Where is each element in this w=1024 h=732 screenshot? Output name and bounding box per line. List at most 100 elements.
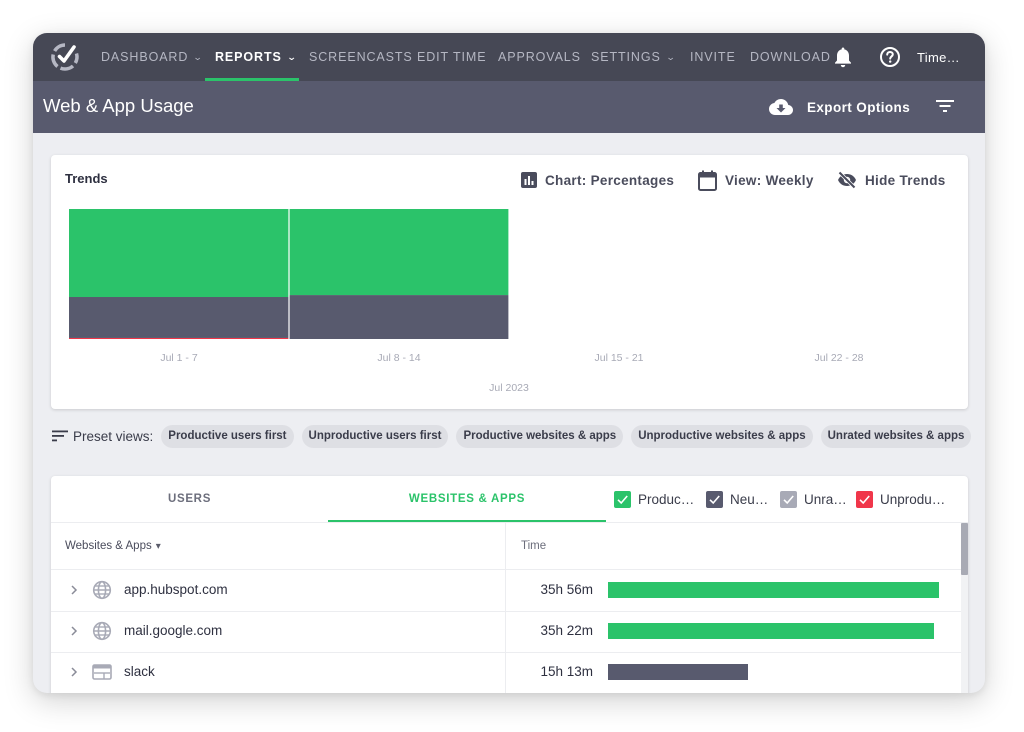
globe-icon xyxy=(92,621,112,641)
row-time: 35h 22m xyxy=(540,623,593,638)
column-header-time: Time xyxy=(521,540,547,552)
nav-screencasts-label: SCREENCASTS xyxy=(309,50,413,64)
nav-edit-time[interactable]: EDIT TIME xyxy=(417,33,486,81)
checkbox-checked-icon xyxy=(614,490,631,508)
trends-card: Jul 1 - 7 Jul 8 - 14 Jul 15 - 21 Jul 22 - 2… xyxy=(51,155,968,409)
notifications-button[interactable] xyxy=(831,45,855,69)
calendar-icon xyxy=(698,170,717,191)
scrollbar-thumb[interactable] xyxy=(961,523,968,575)
preset-chip-productive-websites[interactable]: Productive websites & apps xyxy=(456,424,624,448)
row-name: slack xyxy=(124,664,155,679)
filter-neutral-checkbox[interactable]: Neu… xyxy=(706,490,768,508)
trends-chart: Jul 1 - 7 Jul 8 - 14 Jul 15 - 21 Jul 22 - 2… xyxy=(69,209,864,394)
row-time: 35h 56m xyxy=(540,582,593,597)
chart-type-label: Chart: Percentages xyxy=(545,172,675,188)
preset-chip-unrated-websites[interactable]: Unrated websites & apps xyxy=(820,424,972,448)
table-row[interactable]: app.hubspot.com 35h 56m xyxy=(51,570,961,611)
usage-table-card: USERS WEBSITES & APPS Produc… Neu… Unra…… xyxy=(51,476,968,693)
trends-title: Trends xyxy=(65,171,108,186)
preset-views-label: Preset views: xyxy=(73,428,154,444)
cloud-download-icon xyxy=(769,99,793,115)
legend-neutral-label: Neu… xyxy=(730,491,769,507)
preset-chip-productive-users[interactable]: Productive users first xyxy=(161,424,294,448)
nav-settings-label: SETTINGS xyxy=(591,50,661,64)
app-window-icon xyxy=(92,662,112,682)
table-row[interactable]: slack 15h 13m xyxy=(51,652,961,693)
globe-icon xyxy=(92,580,112,600)
filter-productive-checkbox[interactable]: Produc… xyxy=(614,490,694,508)
bar-neutral-0[interactable] xyxy=(69,297,289,338)
app-window: DASHBOARD ⌄ REPORTS ⌄ SCREENCASTS EDIT T… xyxy=(33,33,985,693)
sort-desc-icon: ▾ xyxy=(155,540,161,552)
bar-productive-1[interactable] xyxy=(289,209,509,296)
nav-invite-label: INVITE xyxy=(690,50,736,64)
chevron-down-icon: ⌄ xyxy=(286,51,298,62)
view-period-label: View: Weekly xyxy=(725,172,814,188)
legend-productive-label: Produc… xyxy=(638,491,695,507)
tabs-divider xyxy=(51,522,968,523)
nav-dashboard-label: DASHBOARD xyxy=(101,50,189,64)
top-nav-bar: DASHBOARD ⌄ REPORTS ⌄ SCREENCASTS EDIT T… xyxy=(33,33,985,81)
bar-unproductive-0[interactable] xyxy=(69,337,289,339)
row-name: mail.google.com xyxy=(124,623,223,638)
export-options-button[interactable]: Export Options xyxy=(769,93,910,121)
nav-approvals[interactable]: APPROVALS xyxy=(498,33,581,81)
nav-download-label: DOWNLOAD xyxy=(750,50,831,64)
bar-neutral-1[interactable] xyxy=(289,295,509,339)
account-name: Time… xyxy=(917,49,960,65)
x-axis-label: Jul 2023 xyxy=(489,382,529,394)
app-logo-icon[interactable] xyxy=(49,41,81,73)
chevron-down-icon: ⌄ xyxy=(193,51,205,62)
page-header: Web & App Usage Export Options xyxy=(33,81,985,133)
column-header-websites-apps[interactable]: Websites & Apps ▾ xyxy=(65,523,161,569)
preset-views-label-group: Preset views: xyxy=(51,429,153,444)
column-header-name-label: Websites & Apps xyxy=(65,540,152,552)
nav-download[interactable]: DOWNLOAD xyxy=(750,33,831,81)
usage-bar xyxy=(608,664,748,680)
nav-reports[interactable]: REPORTS ⌄ xyxy=(215,33,296,81)
filter-unrated-checkbox[interactable]: Unra… xyxy=(780,490,847,508)
tab-websites-apps[interactable]: WEBSITES & APPS xyxy=(328,476,606,522)
x-tick-label: Jul 8 - 14 xyxy=(377,352,420,364)
expand-chevron-icon[interactable] xyxy=(67,582,81,598)
usage-bar xyxy=(608,582,939,598)
checkbox-checked-icon xyxy=(706,490,723,508)
bar-productive-0[interactable] xyxy=(69,209,289,298)
expand-chevron-icon[interactable] xyxy=(67,623,81,639)
filter-unproductive-checkbox[interactable]: Unprodu… xyxy=(856,490,945,508)
chevron-down-icon: ⌄ xyxy=(665,51,677,62)
hide-trends-button[interactable]: Hide Trends xyxy=(837,169,946,191)
chart-type-button[interactable]: Chart: Percentages xyxy=(521,169,674,191)
row-name: app.hubspot.com xyxy=(124,582,228,597)
preset-views-bar: Preset views: Productive users first Unp… xyxy=(51,424,979,448)
view-period-button[interactable]: View: Weekly xyxy=(698,169,814,191)
help-button[interactable] xyxy=(878,45,902,69)
nav-reports-label: REPORTS xyxy=(215,50,282,64)
nav-edit-time-label: EDIT TIME xyxy=(417,50,487,64)
checkbox-checked-icon xyxy=(856,490,873,508)
bar-chart-icon xyxy=(521,172,537,188)
usage-bar xyxy=(608,623,934,639)
x-tick-label: Jul 22 - 28 xyxy=(814,352,863,364)
filter-icon[interactable] xyxy=(935,98,955,114)
table-row[interactable]: mail.google.com 35h 22m xyxy=(51,611,961,652)
bell-icon xyxy=(835,47,851,68)
legend-unproductive-label: Unprodu… xyxy=(880,491,946,507)
expand-chevron-icon[interactable] xyxy=(67,664,81,680)
nav-dashboard[interactable]: DASHBOARD ⌄ xyxy=(101,33,203,81)
nav-screencasts[interactable]: SCREENCASTS xyxy=(309,33,413,81)
help-icon xyxy=(880,47,900,67)
nav-invite[interactable]: INVITE xyxy=(690,33,736,81)
nav-settings[interactable]: SETTINGS ⌄ xyxy=(591,33,675,81)
tab-users[interactable]: USERS xyxy=(51,476,328,522)
x-tick-label: Jul 15 - 21 xyxy=(594,352,643,364)
x-tick-label: Jul 1 - 7 xyxy=(160,352,198,364)
export-options-label: Export Options xyxy=(807,99,911,115)
account-menu[interactable]: Time… xyxy=(917,33,960,81)
preset-chip-unproductive-websites[interactable]: Unproductive websites & apps xyxy=(631,424,813,448)
nav-approvals-label: APPROVALS xyxy=(498,50,581,64)
hide-trends-label: Hide Trends xyxy=(865,172,946,188)
sort-lines-icon xyxy=(52,430,68,442)
preset-chip-unproductive-users[interactable]: Unproductive users first xyxy=(301,424,449,448)
legend-unrated-label: Unra… xyxy=(804,491,847,507)
